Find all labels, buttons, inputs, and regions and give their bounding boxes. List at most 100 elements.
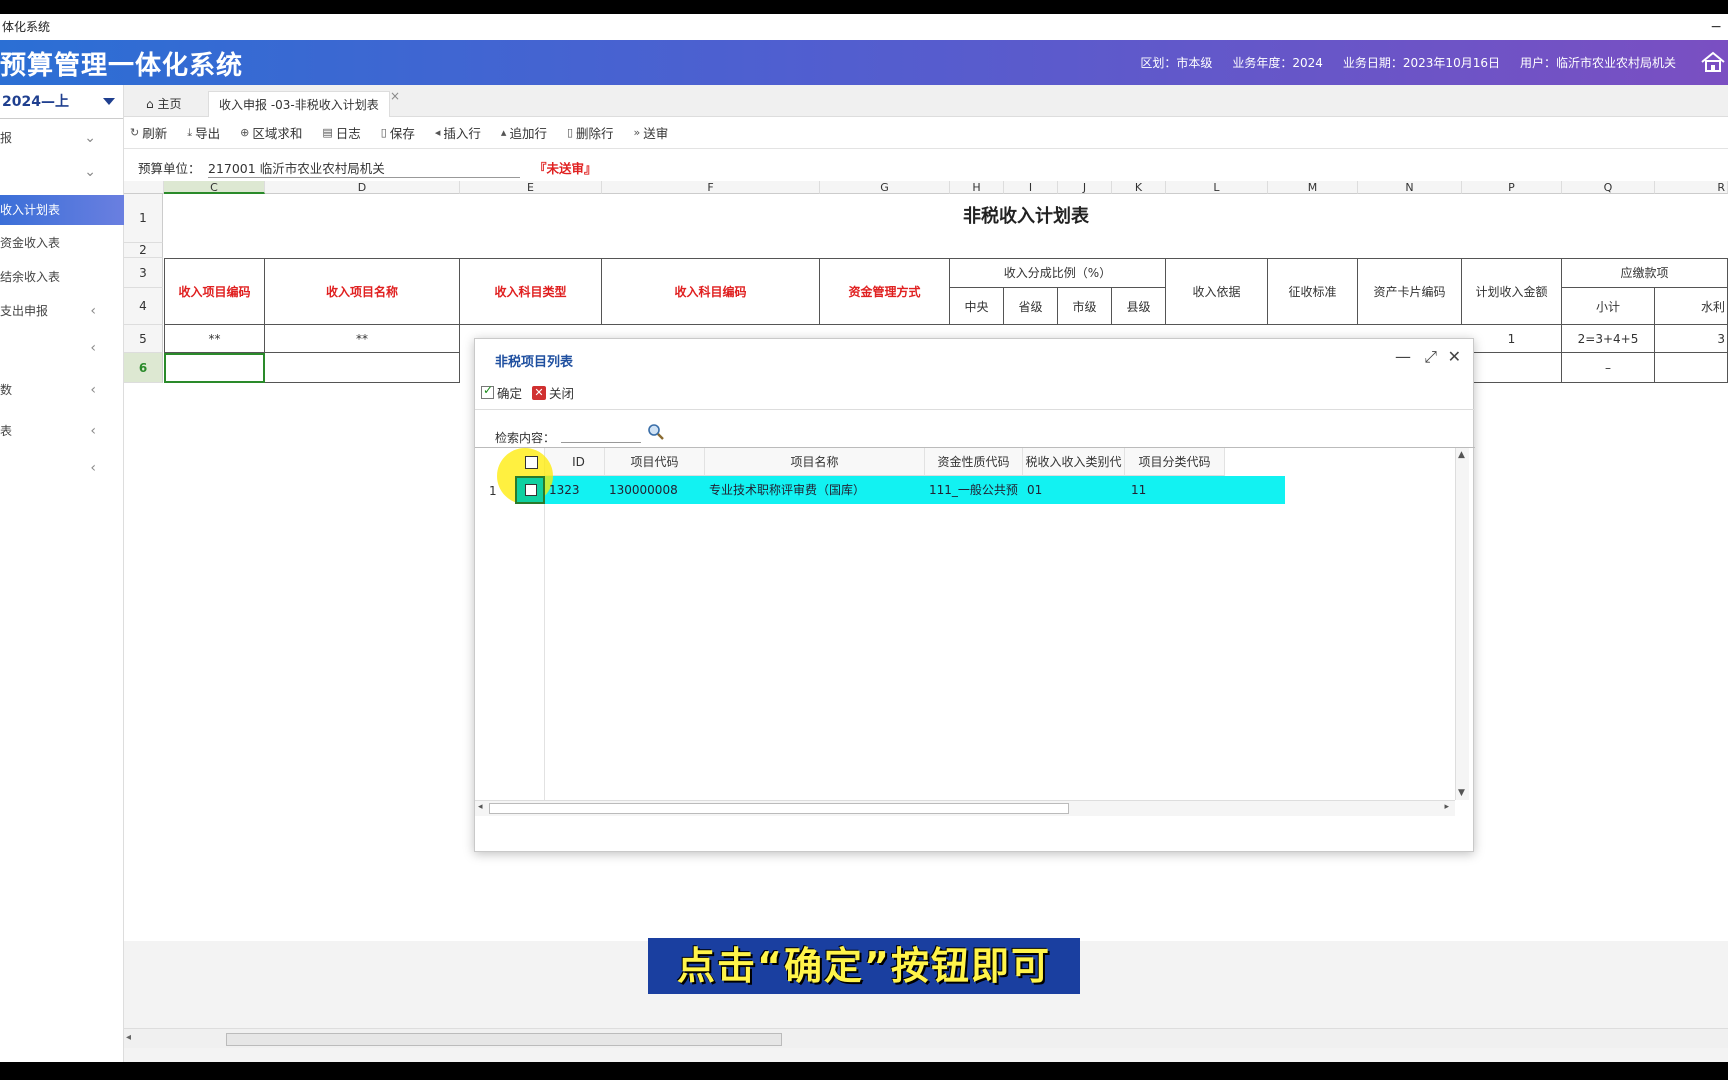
sidebar-item-label: 资金收入表 — [0, 236, 61, 250]
sidebar-item-surplus-income[interactable]: 结余收入表 — [0, 262, 124, 292]
date-info: 业务日期：2023年10月16日 — [1342, 56, 1500, 70]
scroll-right-icon[interactable]: ▸ — [1444, 802, 1449, 812]
tab-close-icon[interactable]: × — [390, 89, 400, 103]
grid-header-id[interactable]: ID — [545, 448, 605, 476]
row-header[interactable]: 3 — [124, 258, 163, 288]
confirm-button[interactable]: 确定 — [481, 383, 522, 402]
row-header[interactable]: 1 — [124, 194, 163, 243]
grid-vertical-scrollbar[interactable]: ▲ ▼ — [1455, 448, 1469, 800]
row-header[interactable]: 6 — [124, 353, 163, 383]
scroll-up-icon[interactable]: ▲ — [1458, 450, 1465, 460]
grid-header-code[interactable]: 项目代码 — [605, 448, 705, 476]
minimize-icon[interactable]: — — [1395, 347, 1411, 366]
sidebar-item-2[interactable]: ⌄ — [0, 157, 124, 187]
search-label: 检索内容： — [495, 431, 556, 445]
cell-q5[interactable]: 2=3+4+5 — [1562, 325, 1655, 353]
cell-code: 130000008 — [609, 483, 678, 497]
submit-button[interactable]: » 送审 — [634, 123, 669, 142]
sidebar-item-fund-income[interactable]: 资金收入表 — [0, 228, 124, 258]
grid-header-fund-nature[interactable]: 资金性质代码 — [925, 448, 1023, 476]
cell-income-type: 01 — [1027, 483, 1043, 497]
column-header[interactable]: L — [1166, 181, 1268, 194]
cell-p6[interactable] — [1462, 353, 1562, 383]
column-header[interactable]: E — [460, 181, 602, 194]
cell-q6[interactable]: – — [1562, 353, 1655, 383]
cell-d6[interactable] — [265, 353, 460, 383]
status-badge: 『未送审』 — [534, 161, 597, 176]
scrollbar-thumb[interactable] — [489, 803, 1069, 814]
close-icon[interactable]: ✕ — [1448, 347, 1461, 366]
append-row-button[interactable]: ▴ 追加行 — [501, 123, 547, 142]
grid-header-name[interactable]: 项目名称 — [705, 448, 925, 476]
corner-cell — [124, 181, 164, 194]
maximize-icon[interactable]: ⤢ — [1424, 347, 1437, 367]
column-header[interactable]: H — [950, 181, 1004, 194]
column-header[interactable]: N — [1358, 181, 1462, 194]
sidebar-item-8[interactable]: 数 ‹ — [0, 375, 124, 405]
home-icon[interactable] — [1698, 50, 1728, 74]
sidebar-item-1[interactable]: 报 ⌄ — [0, 123, 124, 153]
minimize-button[interactable]: − — [1710, 14, 1722, 40]
cell-c6-selected[interactable] — [164, 353, 265, 383]
refresh-button[interactable]: ↻ 刷新 — [130, 123, 167, 142]
search-icon[interactable] — [647, 423, 665, 441]
save-button[interactable]: ▯ 保存 — [381, 123, 415, 142]
sidebar-item-10[interactable]: ‹ — [0, 453, 124, 483]
column-header[interactable]: J — [1058, 181, 1112, 194]
column-header[interactable]: C — [164, 181, 265, 194]
row-checkbox[interactable] — [515, 476, 545, 504]
column-header[interactable]: Q — [1562, 181, 1655, 194]
tab-income-plan[interactable]: 收入申报 -03-非税收入计划表 — [208, 91, 390, 117]
region-sum-button[interactable]: ⊕ 区域求和 — [240, 123, 302, 142]
sidebar-item-expense[interactable]: 支出申报 ‹ — [0, 296, 124, 326]
search-input[interactable] — [561, 423, 641, 443]
column-header[interactable]: I — [1004, 181, 1058, 194]
header-province: 省级 — [1004, 288, 1058, 325]
delete-row-button[interactable]: ▯ 删除行 — [567, 123, 614, 142]
header-item-code: 收入项目编码 — [164, 258, 265, 325]
sidebar-item-9[interactable]: 表 ‹ — [0, 416, 124, 446]
log-button[interactable]: ▤ 日志 — [322, 123, 360, 142]
row-header[interactable]: 4 — [124, 288, 163, 325]
scroll-down-icon[interactable]: ▼ — [1458, 788, 1465, 798]
region-info: 区划：市本级 — [1140, 56, 1213, 70]
sidebar-item-7[interactable]: ‹ — [0, 333, 124, 363]
cell-r5[interactable]: 3 — [1655, 325, 1728, 353]
scrollbar-thumb[interactable] — [226, 1033, 782, 1046]
chevron-left-icon: ‹ — [90, 460, 96, 476]
cell-c5[interactable]: ** — [164, 325, 265, 353]
chevron-left-icon: ‹ — [90, 340, 96, 356]
export-button[interactable]: ⤓ 导出 — [187, 123, 220, 142]
column-header[interactable]: R — [1655, 181, 1728, 194]
header-payable: 应缴款项 — [1562, 258, 1728, 288]
cell-p5[interactable]: 1 — [1462, 325, 1562, 353]
sidebar-item-income-plan[interactable]: 收入计划表 — [0, 195, 124, 225]
scroll-left-icon[interactable]: ◂ — [478, 802, 483, 812]
select-all-checkbox[interactable] — [525, 456, 538, 469]
year-select[interactable]: 2024—上 — [0, 85, 123, 119]
cell-r6[interactable] — [1655, 353, 1728, 383]
sidebar: 2024—上 报 ⌄ ⌄ 收入计划表 资金收入表 结余收入表 支出申报 ‹ ‹ 数 ‹… — [0, 85, 124, 1062]
header-plan-amount: 计划收入金额 — [1462, 258, 1562, 325]
row-header[interactable]: 2 — [124, 243, 163, 258]
column-header[interactable]: G — [820, 181, 950, 194]
column-header[interactable]: M — [1268, 181, 1358, 194]
delete-row-label: 删除行 — [576, 126, 614, 141]
tab-home[interactable]: ⌂ 主页 — [136, 91, 191, 117]
column-header[interactable]: P — [1462, 181, 1562, 194]
scroll-left-icon[interactable]: ◂ — [126, 1032, 131, 1043]
close-button[interactable]: ✕ 关闭 — [532, 383, 574, 402]
close-icon: ✕ — [532, 385, 547, 400]
grid-header-category[interactable]: 项目分类代码 — [1125, 448, 1225, 476]
grid-header-income-type[interactable]: 税收入收入类别代 — [1023, 448, 1125, 476]
budget-unit-value[interactable]: 217001 临沂市农业农村局机关 — [208, 158, 520, 178]
cell-d5[interactable]: ** — [265, 325, 460, 353]
item-grid: ID 项目代码 项目名称 资金性质代码 税收入收入类别代 项目分类代码 1 13… — [475, 447, 1475, 853]
sheet-horizontal-scrollbar[interactable]: ◂ — [124, 1028, 1728, 1048]
column-header[interactable]: D — [265, 181, 460, 194]
grid-horizontal-scrollbar[interactable]: ◂ ▸ — [475, 800, 1455, 816]
insert-row-button[interactable]: ◂ 插入行 — [435, 123, 481, 142]
row-header[interactable]: 5 — [124, 325, 163, 353]
column-header[interactable]: K — [1112, 181, 1166, 194]
column-header[interactable]: F — [602, 181, 820, 194]
